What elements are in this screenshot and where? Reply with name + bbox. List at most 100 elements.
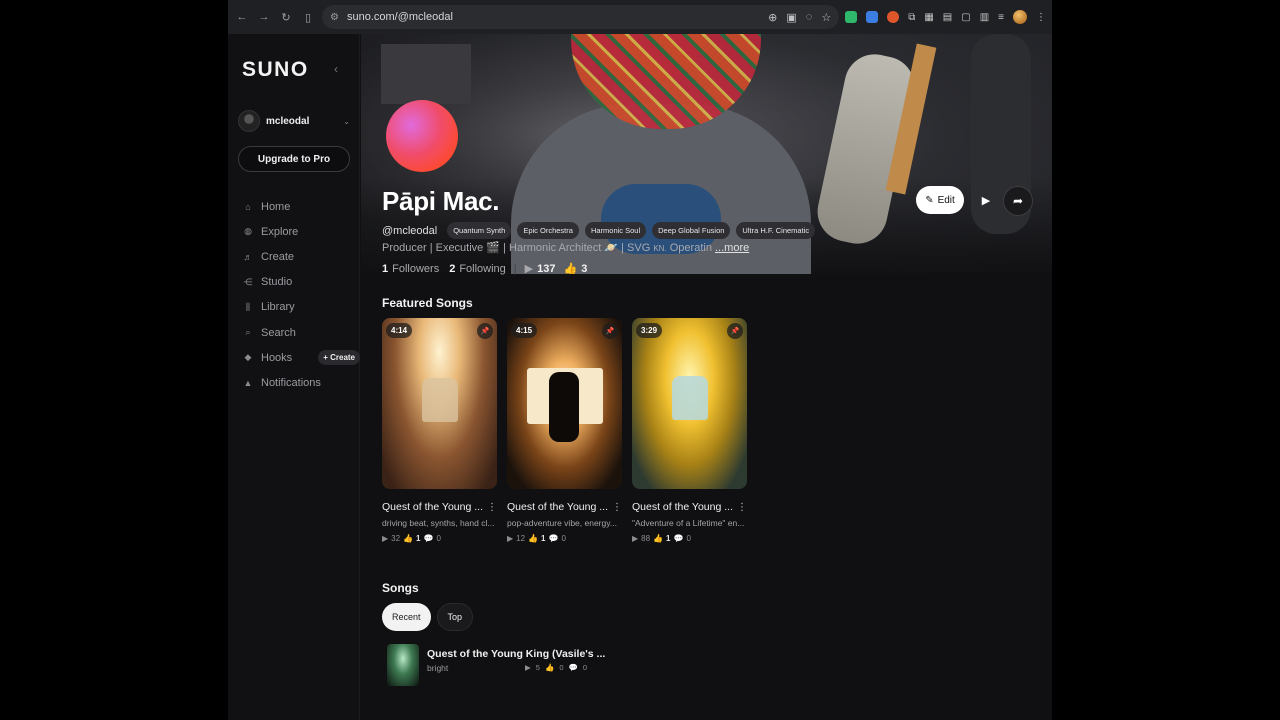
reload-icon[interactable]: ↻ bbox=[278, 9, 294, 25]
play-icon: ▶ bbox=[525, 663, 531, 672]
extension-orange-icon[interactable] bbox=[887, 11, 900, 23]
puzzle-icon[interactable]: ⧉ bbox=[908, 12, 915, 23]
tab-recent[interactable]: Recent bbox=[382, 603, 431, 631]
song-title[interactable]: Quest of the Young ... bbox=[382, 501, 483, 513]
featured-song-card[interactable]: 4:15 📌 Quest of the Young ... ⋮ pop-adven… bbox=[507, 318, 622, 543]
username[interactable]: mcleodal bbox=[266, 116, 337, 127]
following-label[interactable]: Following bbox=[459, 263, 505, 275]
library-icon: ⫼ bbox=[245, 301, 251, 312]
sidebar-item-hooks[interactable]: ◆ Hooks + Create bbox=[242, 345, 360, 370]
user-menu[interactable]: mcleodal ⌄ bbox=[238, 110, 350, 132]
play-icon: ▶ bbox=[981, 194, 991, 207]
more-options-icon[interactable]: ⋮ bbox=[487, 502, 497, 513]
following-count[interactable]: 2 bbox=[449, 263, 455, 275]
cast-icon[interactable]: ▣ bbox=[786, 11, 796, 24]
thumbs-up-icon: 👍 bbox=[653, 534, 664, 543]
upgrade-button[interactable]: Upgrade to Pro bbox=[238, 146, 350, 172]
followers-count[interactable]: 1 bbox=[382, 263, 388, 275]
bio-text: Producer | Executive 🎬 | Harmonic Archit… bbox=[382, 242, 654, 254]
song-likes: 1 bbox=[666, 534, 671, 543]
genre-tag[interactable]: Quantum Synth bbox=[447, 222, 512, 239]
user-avatar[interactable] bbox=[238, 110, 260, 132]
profile-stats: 1 Followers 2 Following | ▶ 137 👍 3 bbox=[382, 262, 588, 276]
forward-icon[interactable]: → bbox=[256, 9, 272, 25]
browser-window: ← → ↻ ▯ ⚙ suno.com/@mcleodal ⊕ ▣ ◌ ☆ ⧉ ▦… bbox=[228, 0, 1052, 720]
eye-off-icon[interactable]: ◌ bbox=[806, 11, 813, 24]
song-cover[interactable]: 4:14 📌 bbox=[382, 318, 497, 489]
song-cover[interactable]: 4:15 📌 bbox=[507, 318, 622, 489]
bio-kn: KN. bbox=[653, 244, 667, 253]
pin-icon[interactable]: 📌 bbox=[477, 323, 493, 339]
edit-profile-button[interactable]: ✎ Edit bbox=[916, 186, 964, 214]
song-likes: 1 bbox=[416, 534, 421, 543]
featured-songs-list: 4:14 📌 Quest of the Young ... ⋮ driving b… bbox=[382, 318, 747, 543]
sidebar-item-create[interactable]: ♬ Create bbox=[242, 244, 354, 269]
sidebar-item-studio[interactable]: ⋲ Studio bbox=[242, 270, 354, 295]
kebab-menu-icon[interactable]: ⋮ bbox=[1036, 12, 1046, 23]
tab-top[interactable]: Top bbox=[436, 603, 474, 631]
genre-tag[interactable]: Deep Global Fusion bbox=[652, 222, 731, 239]
url-text[interactable]: suno.com/@mcleodal bbox=[347, 11, 760, 23]
song-description: "Adventure of a Lifetime" en... bbox=[632, 518, 745, 528]
pin-icon[interactable]: 📌 bbox=[727, 323, 743, 339]
song-title[interactable]: Quest of the Young ... bbox=[632, 501, 733, 513]
song-title[interactable]: Quest of the Young King (Vasile's ... bbox=[427, 648, 605, 660]
back-icon[interactable]: ← bbox=[234, 9, 250, 25]
song-stats: ▶ 88 👍 1 💬 0 bbox=[632, 534, 747, 543]
genre-tag[interactable]: Epic Orchestra bbox=[517, 222, 579, 239]
sidebar-item-search[interactable]: ⌕ Search bbox=[242, 320, 354, 345]
pin-icon[interactable]: 📌 bbox=[602, 323, 618, 339]
site-info-icon[interactable]: ⚙ bbox=[330, 12, 339, 23]
followers-label[interactable]: Followers bbox=[392, 263, 439, 275]
genre-tag[interactable]: Ultra H.F. Cinematic bbox=[736, 222, 816, 239]
profile-bio: Producer | Executive 🎬 | Harmonic Archit… bbox=[382, 241, 749, 254]
more-options-icon[interactable]: ⋮ bbox=[737, 502, 747, 513]
bio-more-link[interactable]: ...more bbox=[715, 242, 749, 254]
compass-icon: ◍ bbox=[244, 226, 252, 237]
song-duration: 3:29 bbox=[636, 323, 663, 338]
more-options-icon[interactable]: ⋮ bbox=[612, 502, 622, 513]
song-title[interactable]: Quest of the Young ... bbox=[507, 501, 608, 513]
reading-list-icon[interactable]: ▤ bbox=[943, 12, 952, 23]
sidebar-panel-icon[interactable]: ▥ bbox=[980, 12, 989, 23]
hooks-create-button[interactable]: + Create bbox=[318, 350, 360, 366]
sidebar-item-library[interactable]: ⫼ Library bbox=[242, 295, 354, 320]
play-icon: ▶ bbox=[632, 534, 639, 543]
collapse-sidebar-icon[interactable]: ‹ bbox=[334, 62, 338, 76]
featured-song-card[interactable]: 3:29 📌 Quest of the Young ... ⋮ "Adventur… bbox=[632, 318, 747, 543]
profile-avatar-icon[interactable] bbox=[1013, 10, 1027, 24]
song-thumbnail[interactable] bbox=[387, 644, 419, 686]
extension-translate-icon[interactable] bbox=[866, 11, 879, 23]
grid-icon[interactable]: ▦ bbox=[924, 12, 933, 23]
sidebar-item-notifications[interactable]: ▲ Notifications bbox=[242, 370, 354, 395]
address-bar[interactable]: ⚙ suno.com/@mcleodal ⊕ ▣ ◌ ☆ bbox=[322, 5, 840, 29]
profile-avatar bbox=[386, 100, 458, 172]
split-view-icon[interactable]: ▯ bbox=[300, 9, 316, 25]
like-count: 3 bbox=[581, 262, 588, 275]
comment-icon: 💬 bbox=[673, 534, 684, 543]
sidebar-item-label: Library bbox=[261, 301, 295, 314]
sidebar-item-label: Explore bbox=[261, 225, 299, 238]
chevron-down-icon[interactable]: ⌄ bbox=[343, 117, 350, 126]
sidebar-item-home[interactable]: ⌂ Home bbox=[242, 194, 354, 219]
play-all-button[interactable]: ▶ bbox=[972, 186, 1000, 214]
extension-green-icon[interactable] bbox=[845, 11, 858, 23]
queue-icon[interactable]: ≡ bbox=[998, 12, 1004, 23]
banner-amp bbox=[381, 44, 471, 104]
featured-song-card[interactable]: 4:14 📌 Quest of the Young ... ⋮ driving b… bbox=[382, 318, 497, 543]
thumbs-up-icon: 👍 bbox=[563, 263, 578, 275]
sidebar-item-label: Notifications bbox=[261, 376, 321, 389]
sidebar-item-explore[interactable]: ◍ Explore bbox=[242, 219, 354, 244]
thumbs-up-icon: 👍 bbox=[544, 663, 555, 672]
song-cover[interactable]: 3:29 📌 bbox=[632, 318, 747, 489]
sidebar-item-label: Home bbox=[261, 200, 291, 213]
zoom-icon[interactable]: ⊕ bbox=[768, 11, 777, 24]
profile-name: Pāpi Mac. bbox=[382, 186, 500, 216]
tab-search-icon[interactable]: ▢ bbox=[961, 12, 970, 23]
share-button[interactable]: ➦ bbox=[1003, 186, 1033, 216]
suno-logo[interactable]: SUNO bbox=[242, 58, 309, 82]
song-list-item[interactable]: Quest of the Young King (Vasile's ... br… bbox=[387, 644, 607, 686]
bookmark-star-icon[interactable]: ☆ bbox=[821, 11, 831, 24]
song-stats: ▶ 12 👍 1 💬 0 bbox=[507, 534, 622, 543]
genre-tag[interactable]: Harmonic Soul bbox=[584, 222, 647, 239]
